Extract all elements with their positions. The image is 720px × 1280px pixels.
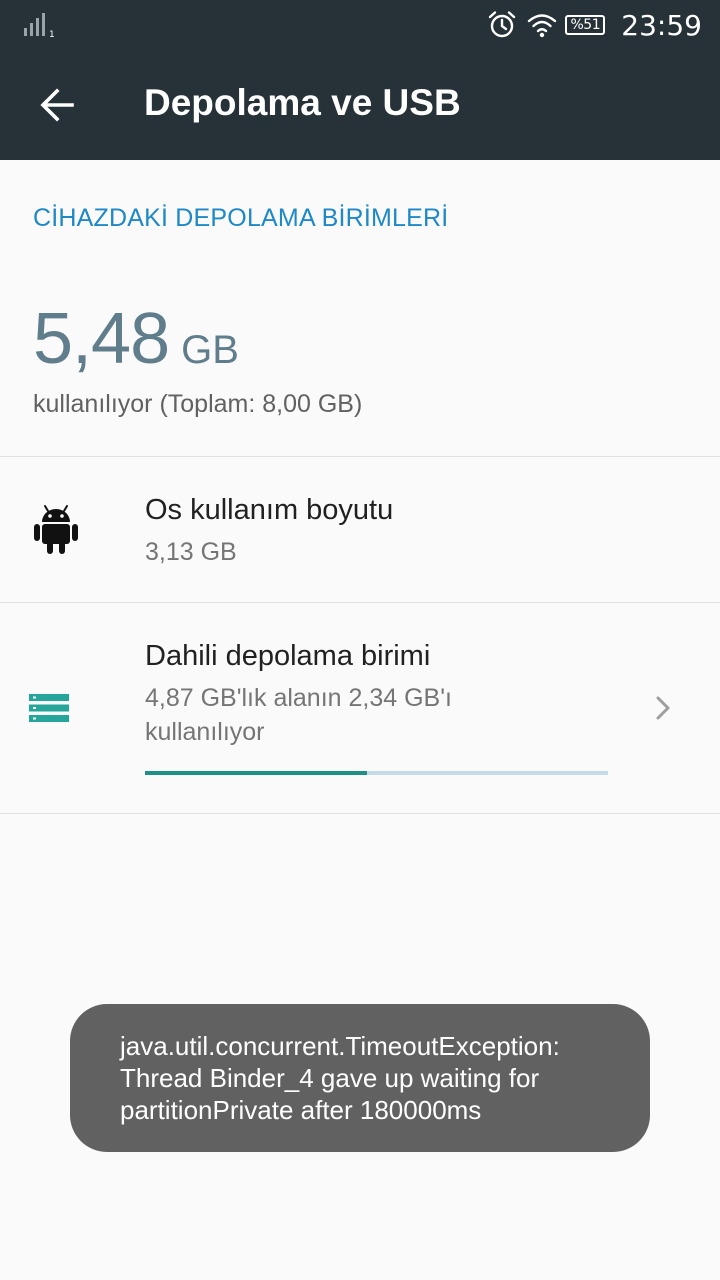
storage-usage-fill xyxy=(145,771,368,775)
error-toast: java.util.concurrent.TimeoutException: T… xyxy=(70,1004,650,1152)
divider xyxy=(0,602,720,603)
battery-percent: %51 xyxy=(570,17,601,33)
chevron-right-icon[interactable] xyxy=(652,694,674,722)
status-clock: 23:59 xyxy=(621,8,702,42)
item-title: Os kullanım boyutu xyxy=(145,494,394,526)
used-unit: GB xyxy=(181,328,239,372)
section-header: CİHAZDAKİ DEPOLAMA BİRİMLERİ xyxy=(33,204,449,232)
app-bar: Depolama ve USB xyxy=(0,50,720,160)
battery-icon: %51 xyxy=(565,15,606,35)
divider xyxy=(0,813,720,814)
used-storage-summary: 5,48 GB xyxy=(33,298,239,380)
toast-line: partitionPrivate after 180000ms xyxy=(120,1095,482,1125)
toast-line: Thread Binder_4 gave up waiting for xyxy=(120,1063,540,1093)
used-value: 5,48 xyxy=(33,299,170,379)
toast-line: java.util.concurrent.TimeoutException: xyxy=(120,1031,560,1061)
storage-usage-bar xyxy=(145,771,608,775)
item-title: Dahili depolama birimi xyxy=(145,640,431,672)
item-subtitle-continued: kullanılıyor xyxy=(145,718,265,746)
signal-icon: 1 xyxy=(24,13,55,38)
alarm-icon xyxy=(489,11,516,38)
item-subtitle: 4,87 GB'lık alanın 2,34 GB'ı xyxy=(145,684,452,712)
wifi-icon xyxy=(528,14,557,38)
android-icon xyxy=(34,505,78,554)
arrow-back-icon[interactable] xyxy=(38,86,76,124)
total-storage-line: kullanılıyor (Toplam: 8,00 GB) xyxy=(33,390,363,418)
divider xyxy=(0,456,720,457)
status-bar: 1 %51 23:59 xyxy=(0,0,720,50)
page-title: Depolama ve USB xyxy=(144,82,461,123)
svg-text:1: 1 xyxy=(49,30,55,38)
item-subtitle: 3,13 GB xyxy=(145,538,237,566)
storage-icon xyxy=(29,694,69,722)
